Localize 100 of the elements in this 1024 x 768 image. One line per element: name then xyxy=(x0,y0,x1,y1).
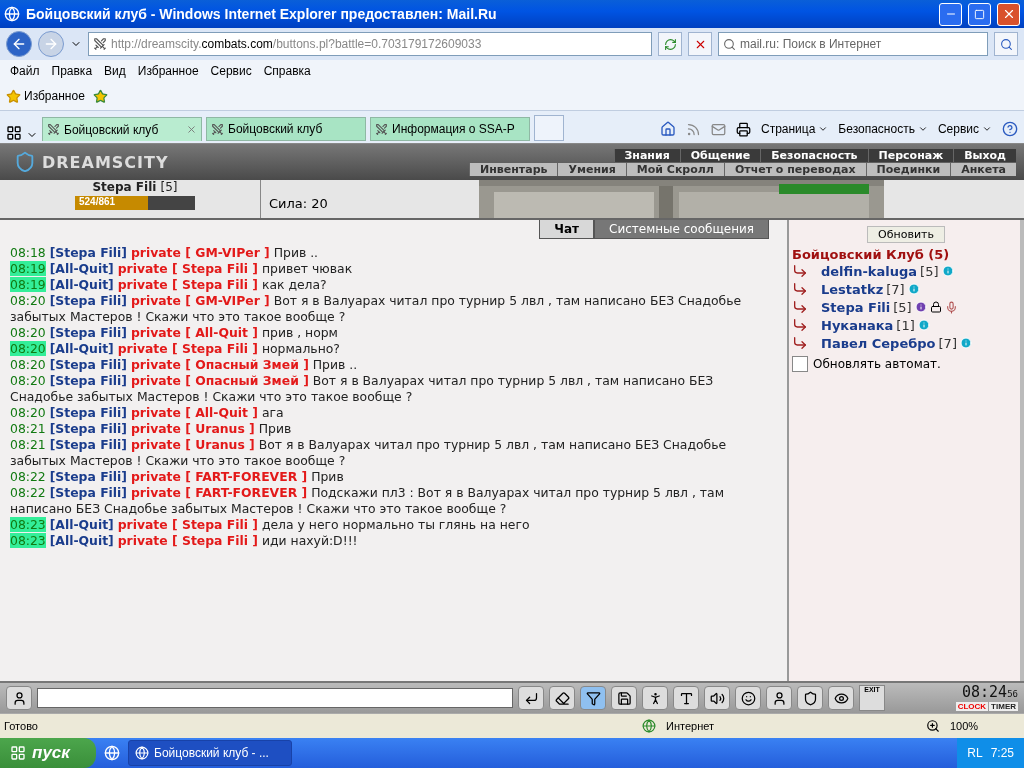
nav-link[interactable]: Общение xyxy=(679,148,761,162)
menu-item[interactable]: Справка xyxy=(257,64,317,78)
toolbar-button[interactable] xyxy=(611,686,637,710)
refresh-button[interactable] xyxy=(658,32,682,56)
chat-message: 08:21 [Stepa Fili] private [ Uranus ] Прив xyxy=(10,421,293,437)
chat-input[interactable] xyxy=(37,688,513,708)
private-message-icon[interactable] xyxy=(792,317,808,333)
back-button[interactable] xyxy=(6,31,32,57)
menu-item[interactable]: Файл xyxy=(4,64,46,78)
toolbar-button[interactable] xyxy=(580,686,606,710)
zoom-level[interactable]: 100% xyxy=(950,720,1020,732)
lock-icon xyxy=(929,301,942,313)
room-title: Бойцовский Клуб (5) xyxy=(792,247,950,262)
chat-message: 08:18 [Stepa Fili] private [ GM-VIPer ] Прив .. xyxy=(10,245,320,261)
forward-arrow-icon xyxy=(43,36,59,52)
user-level: [5] xyxy=(920,263,939,279)
nav-link[interactable]: Персонаж xyxy=(867,148,954,162)
search-placeholder: mail.ru: Поиск в Интернет xyxy=(740,37,882,51)
nav-link[interactable]: Отчет о переводах xyxy=(723,162,866,176)
command-menu[interactable]: Страница xyxy=(760,122,829,136)
caret-icon xyxy=(818,124,829,134)
chat-message: 08:20 [Stepa Fili] private [ GM-VIPer ] Вот я в Валуарах читал про турнир 5 лвл , там написано БЕЗ Снадобье забытых Мастеров ! Скажи что это такое вообще ? xyxy=(10,293,743,325)
chat-tab[interactable]: Системные сообщения xyxy=(594,220,769,239)
chat-tab[interactable]: Чат xyxy=(539,220,595,239)
browser-tab[interactable]: Бойцовский клуб xyxy=(42,117,202,141)
user-name[interactable]: Stepa Fili xyxy=(821,299,891,315)
menu-item[interactable]: Избранное xyxy=(131,64,205,78)
search-field[interactable]: mail.ru: Поиск в Интернет xyxy=(718,32,988,56)
user-name[interactable]: Нуканака xyxy=(821,317,894,333)
menu-item[interactable]: Вид xyxy=(98,64,132,78)
toolbar-button[interactable] xyxy=(704,686,730,710)
nav-link[interactable]: Мой Скролл xyxy=(625,162,724,176)
info-icon[interactable] xyxy=(914,301,927,313)
nav-link[interactable]: Умения xyxy=(557,162,626,176)
maximize-button[interactable] xyxy=(968,2,991,26)
refresh-icon xyxy=(663,37,677,51)
start-button[interactable]: пуск xyxy=(0,738,96,768)
character-name: Stepa Fili [5] xyxy=(92,180,178,194)
head-icon xyxy=(11,690,27,706)
close-button[interactable] xyxy=(997,2,1020,26)
menu-item[interactable]: Сервис xyxy=(204,64,258,78)
site-icon xyxy=(211,122,224,136)
home-icon[interactable] xyxy=(659,121,676,137)
browser-tab[interactable]: Информация о SSA-P xyxy=(370,117,530,141)
toolbar-button[interactable] xyxy=(549,686,575,710)
search-button[interactable] xyxy=(994,32,1018,56)
timer-tab[interactable]: TIMER xyxy=(989,702,1018,711)
smile-icon xyxy=(740,690,756,706)
speaker-button[interactable] xyxy=(6,686,32,710)
private-message-icon[interactable] xyxy=(792,263,808,279)
private-message-icon[interactable] xyxy=(792,299,808,315)
nav-link[interactable]: Безопасность xyxy=(760,148,868,162)
internet-icon xyxy=(642,719,656,733)
help-icon[interactable] xyxy=(1002,121,1018,137)
command-menu[interactable]: Безопасность xyxy=(838,122,928,136)
zoom-icon[interactable] xyxy=(926,719,940,733)
stop-button[interactable] xyxy=(688,32,712,56)
search-icon xyxy=(723,37,736,51)
toolbar-button[interactable] xyxy=(642,686,668,710)
clock-tab[interactable]: CLOCK xyxy=(955,702,989,711)
address-field[interactable]: http://dreamscity.combats.com/buttons.pl?battle=0.703179172609033 xyxy=(88,32,652,56)
mail-icon[interactable] xyxy=(710,121,726,137)
health-text: 524/861 xyxy=(79,196,116,207)
minimize-button[interactable] xyxy=(939,2,962,26)
feed-icon[interactable] xyxy=(685,121,701,137)
caret-icon xyxy=(917,124,928,134)
nav-link[interactable]: Выход xyxy=(953,148,1016,162)
nav-link[interactable]: Инвентарь xyxy=(469,162,558,176)
taskbar-button[interactable]: Бойцовский клуб - ... xyxy=(128,740,292,766)
user-name[interactable]: Lestatkz xyxy=(821,281,884,297)
checkbox[interactable] xyxy=(792,356,808,372)
chat-message: 08:20 [All-Quit] private [ Stepa Fili ] нормально? xyxy=(10,341,341,357)
inventory-button[interactable] xyxy=(797,686,823,710)
private-message-icon[interactable] xyxy=(792,335,808,351)
close-tab-icon[interactable] xyxy=(186,124,197,135)
nav-link[interactable]: Поединки xyxy=(865,162,951,176)
private-message-icon[interactable] xyxy=(792,281,808,297)
add-favorite-icon[interactable] xyxy=(92,88,108,104)
user-name[interactable]: delfin-kaluga xyxy=(821,263,918,279)
nav-link[interactable]: Знания xyxy=(613,148,680,162)
chat-message: 08:19 [All-Quit] private [ Stepa Fili ] привет чювак xyxy=(10,261,354,277)
nav-link[interactable]: Анкета xyxy=(950,162,1016,176)
menu-item[interactable]: Правка xyxy=(45,64,99,78)
toolbar-button[interactable] xyxy=(735,686,761,710)
print-icon[interactable] xyxy=(735,121,751,137)
user-name[interactable]: Павел Серебро xyxy=(821,335,936,351)
browser-tab[interactable]: Бойцовский клуб xyxy=(206,117,366,141)
shield-icon xyxy=(802,690,818,706)
save-icon xyxy=(616,690,632,706)
toolbar-button[interactable] xyxy=(673,686,699,710)
command-menu[interactable]: Сервис xyxy=(937,122,992,136)
tab-grid-icon[interactable] xyxy=(6,125,22,141)
favorites-button[interactable]: Избранное xyxy=(6,88,85,104)
browser-icon[interactable] xyxy=(104,745,120,761)
letters-icon xyxy=(678,690,694,706)
toolbar-button[interactable] xyxy=(766,686,792,710)
refresh-button[interactable]: Обновить xyxy=(867,226,945,243)
chat-message: 08:23 [All-Quit] private [ Stepa Fili ] иди нахуй:D!!! xyxy=(10,533,359,549)
send-button[interactable] xyxy=(518,686,544,710)
star-icon xyxy=(6,88,21,104)
